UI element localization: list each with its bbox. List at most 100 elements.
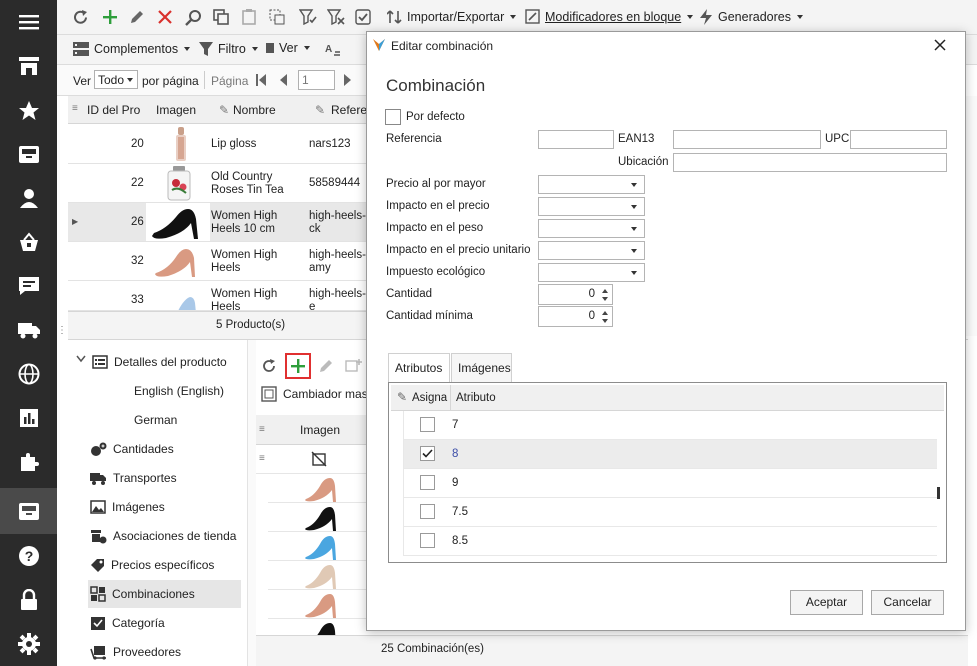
default-checkbox[interactable] (385, 109, 401, 125)
upc-input[interactable] (850, 130, 947, 149)
attribute-row[interactable]: 8.5 (404, 527, 937, 556)
attribute-checkbox[interactable] (420, 417, 435, 432)
page-number-input[interactable]: 1 (298, 70, 335, 90)
ecotax-combo[interactable] (538, 263, 645, 282)
import-export-button[interactable]: Importar/Exportar (387, 9, 517, 25)
attribute-checkbox[interactable] (420, 446, 435, 461)
attribute-row[interactable]: 8 (404, 440, 937, 469)
tree-item-store-associations[interactable]: Asociaciones de tienda (90, 526, 236, 546)
attribute-checkbox[interactable] (420, 475, 435, 490)
attribute-row[interactable]: 9 (404, 469, 937, 498)
table-row[interactable]: ▶ 26 Women High Heels 10 cm high-heels-c… (68, 203, 378, 242)
accept-button[interactable]: Aceptar (790, 590, 863, 615)
attribute-row[interactable]: 7 (404, 411, 937, 440)
ean13-input[interactable] (673, 130, 821, 149)
close-icon[interactable] (933, 38, 947, 52)
scrollbar-thumb[interactable] (937, 487, 940, 499)
col-image[interactable]: Imagen (300, 423, 340, 437)
column-chooser-icon[interactable]: ≡ (259, 424, 265, 435)
unit-price-impact-combo[interactable] (538, 241, 645, 260)
search-icon[interactable] (185, 9, 202, 26)
edit-combination-icon[interactable] (318, 358, 334, 374)
col-attribute[interactable]: Atributo (456, 392, 496, 404)
next-page-icon[interactable] (344, 74, 352, 86)
mass-changer-button[interactable]: Cambiador mas (261, 386, 368, 402)
user-icon[interactable] (0, 176, 57, 220)
tree-item-specific-prices[interactable]: Precios específicos (90, 555, 214, 575)
splitter-handle[interactable]: ⋮ (57, 325, 67, 339)
gear-icon[interactable] (0, 622, 57, 666)
prev-page-icon[interactable] (279, 74, 287, 86)
bulk-modifiers-button[interactable]: Modificadores en bloque (525, 9, 694, 25)
table-row[interactable]: 20 Lip gloss nars123 (68, 125, 378, 164)
paste-icon[interactable] (241, 9, 257, 25)
col-id[interactable]: ID del Pro (87, 103, 140, 117)
copy-icon[interactable] (213, 9, 229, 25)
attribute-checkbox[interactable] (420, 504, 435, 519)
col-image[interactable]: Imagen (156, 103, 196, 117)
tab-attributes[interactable]: Atributos (388, 353, 450, 382)
basket-icon[interactable] (0, 220, 57, 264)
tree-item-german[interactable]: German (134, 410, 177, 430)
attribute-checkbox[interactable] (420, 533, 435, 548)
price-impact-combo[interactable] (538, 197, 645, 216)
tree-expand-icon[interactable] (76, 355, 86, 363)
table-row[interactable]: 33 Women High Heels high-heels-e (68, 281, 378, 311)
tree-item-english[interactable]: English (English) (134, 381, 224, 401)
tree-item-details[interactable]: Detalles del producto (92, 352, 227, 372)
table-row[interactable]: ≡ (256, 445, 376, 474)
tree-item-quantities[interactable]: Cantidades (90, 439, 174, 459)
check-icon[interactable] (355, 9, 372, 25)
wholesale-price-combo[interactable] (538, 175, 645, 194)
select-icon[interactable] (269, 9, 285, 25)
tree-item-category[interactable]: Categoría (90, 613, 165, 633)
box-icon[interactable] (0, 488, 57, 534)
add-combination-button[interactable] (285, 353, 311, 379)
col-name[interactable]: Nombre (233, 103, 276, 117)
add-image-icon[interactable] (345, 358, 363, 374)
vertical-splitter[interactable] (247, 340, 256, 666)
tab-images[interactable]: Imágenes (451, 353, 512, 382)
col-assign[interactable]: Asigna (412, 392, 449, 404)
location-input[interactable] (673, 153, 947, 172)
attribute-row[interactable]: 7.5 (404, 498, 937, 527)
tree-item-suppliers[interactable]: Proveedores (90, 642, 181, 662)
lock-icon[interactable] (0, 578, 57, 622)
min-quantity-stepper[interactable]: 0 (538, 306, 613, 327)
help-icon[interactable]: ? (0, 534, 57, 578)
generators-button[interactable]: Generadores (698, 9, 803, 25)
delete-icon[interactable] (157, 9, 173, 25)
truck-icon[interactable] (0, 308, 57, 352)
product-id: 22 (131, 177, 144, 189)
weight-impact-combo[interactable] (538, 219, 645, 238)
add-icon[interactable] (102, 9, 118, 25)
chat-icon[interactable] (0, 264, 57, 308)
edit-icon[interactable] (129, 9, 145, 25)
inbox-icon[interactable] (0, 132, 57, 176)
store-icon[interactable] (0, 44, 57, 88)
addons-button[interactable]: Complementos (72, 41, 191, 57)
globe-icon[interactable] (0, 352, 57, 396)
column-chooser-icon[interactable]: ≡ (72, 103, 78, 114)
tree-item-transports[interactable]: Transportes (90, 468, 177, 488)
chart-icon[interactable] (0, 396, 57, 440)
sort-az-icon[interactable]: A (325, 41, 341, 57)
refresh-icon[interactable] (72, 9, 89, 26)
star-icon[interactable] (0, 88, 57, 132)
refresh-combos-icon[interactable] (261, 358, 277, 374)
filter-clear-icon[interactable] (327, 9, 345, 25)
first-page-icon[interactable] (256, 74, 266, 86)
tree-item-combinations[interactable]: Combinaciones (88, 580, 241, 608)
table-row[interactable]: 22 Old Country Roses Tin Tea 58589444 (68, 164, 378, 203)
view-button[interactable]: Ver (265, 41, 310, 55)
puzzle-icon[interactable] (0, 440, 57, 484)
reference-input[interactable] (538, 130, 614, 149)
menu-icon[interactable] (0, 0, 57, 44)
filter-button[interactable]: Filtro (198, 41, 258, 57)
table-row[interactable]: 32 Women High Heels high-heels-amy (68, 242, 378, 281)
pager-show-select[interactable]: Todo (94, 70, 138, 89)
tree-item-images[interactable]: Imágenes (90, 497, 165, 517)
filter-apply-icon[interactable] (299, 9, 317, 25)
cancel-button[interactable]: Cancelar (871, 590, 944, 615)
quantity-stepper[interactable]: 0 (538, 284, 613, 305)
